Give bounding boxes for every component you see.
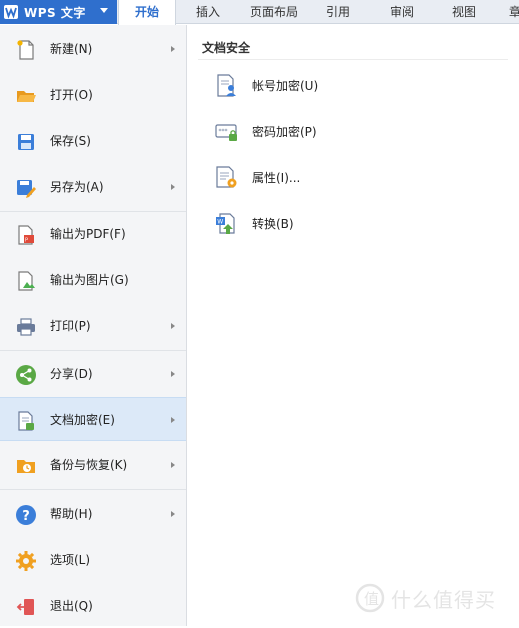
tab-chapter[interactable]: 章 (505, 0, 519, 24)
menu-item-save-as[interactable]: 另存为(A) (0, 165, 186, 209)
exit-icon (16, 599, 34, 615)
chevron-down-icon (100, 8, 108, 13)
panel-item-label: 帐号加密(U) (252, 79, 319, 93)
password-encrypt-icon: *** (215, 124, 237, 141)
panel-item-label: 属性(I)... (252, 171, 301, 185)
file-menu: 新建(N) 打开(O) 保存(S) 另存为(A) P 输出为PDF(F) 输出为… (0, 25, 187, 626)
panel-title: 文档安全 (202, 41, 251, 55)
svg-text:***: *** (219, 128, 228, 135)
new-file-icon (17, 40, 34, 60)
menu-item-save[interactable]: 保存(S) (0, 119, 186, 163)
tab-page-layout[interactable]: 页面布局 (244, 0, 304, 24)
menu-item-label: 打印(P) (50, 319, 91, 333)
menu-item-new[interactable]: 新建(N) (0, 27, 186, 71)
panel-item-label: 密码加密(P) (252, 125, 317, 139)
tab-view[interactable]: 视图 (442, 0, 486, 24)
chevron-right-icon (171, 323, 175, 329)
image-export-icon (18, 271, 35, 291)
menu-item-label: 保存(S) (50, 134, 91, 148)
menu-item-label: 打开(O) (50, 88, 93, 102)
watermark-logo-icon: 值 (355, 583, 385, 613)
chevron-right-icon (171, 417, 175, 423)
menu-item-backup-restore[interactable]: 备份与恢复(K) (0, 443, 186, 487)
svg-text:?: ? (22, 509, 30, 524)
tab-home[interactable]: 开始 (118, 0, 176, 25)
gear-icon (16, 551, 36, 571)
submenu-panel: 文档安全 帐号加密(U) *** 密码加密(P) 属性(I)... W 转换(B… (188, 25, 519, 626)
menu-item-export-image[interactable]: 输出为图片(G) (0, 258, 186, 302)
menu-item-label: 文档加密(E) (50, 413, 115, 427)
share-icon (16, 365, 36, 385)
pdf-icon: P (18, 225, 34, 245)
panel-item-password-encrypt[interactable]: *** 密码加密(P) (208, 113, 488, 151)
menu-item-label: 分享(D) (50, 367, 93, 381)
tab-insert[interactable]: 插入 (186, 0, 230, 24)
tab-review[interactable]: 审阅 (380, 0, 424, 24)
svg-text:P: P (25, 238, 28, 244)
convert-icon: W (216, 213, 235, 234)
menu-item-label: 备份与恢复(K) (50, 458, 128, 472)
panel-item-account-encrypt[interactable]: 帐号加密(U) (208, 67, 488, 105)
menu-item-exit[interactable]: 退出(Q) (0, 584, 186, 628)
chevron-right-icon (171, 46, 175, 52)
menu-item-options[interactable]: 选项(L) (0, 538, 186, 582)
folder-open-icon (17, 91, 36, 102)
chevron-right-icon (171, 462, 175, 468)
backup-icon (17, 460, 35, 473)
svg-text:值: 值 (364, 590, 379, 608)
save-as-icon (17, 180, 36, 198)
menu-item-doc-encrypt[interactable]: 文档加密(E) (0, 397, 186, 441)
menu-item-open[interactable]: 打开(O) (0, 73, 186, 117)
chevron-right-icon (171, 184, 175, 190)
wps-logo-icon (4, 5, 18, 19)
menu-divider (0, 350, 186, 351)
menu-item-help[interactable]: ? 帮助(H) (0, 492, 186, 536)
app-menu-button[interactable]: WPS 文字 (0, 0, 117, 24)
app-title: WPS 文字 (24, 5, 86, 20)
menu-item-label: 选项(L) (50, 553, 91, 567)
menu-item-label: 新建(N) (50, 42, 93, 56)
chevron-right-icon (171, 371, 175, 377)
printer-icon (17, 318, 35, 336)
watermark: 值 什么值得买 (355, 583, 496, 613)
doc-encrypt-icon (18, 411, 34, 431)
menu-item-label: 输出为图片(G) (50, 273, 129, 287)
account-encrypt-icon (217, 74, 236, 97)
menu-item-export-pdf[interactable]: P 输出为PDF(F) (0, 212, 186, 256)
panel-item-convert[interactable]: W 转换(B) (208, 205, 488, 243)
menu-item-print[interactable]: 打印(P) (0, 304, 186, 348)
properties-icon (216, 166, 237, 188)
menu-item-label: 另存为(A) (50, 180, 104, 194)
svg-text:W: W (217, 219, 223, 226)
menu-item-label: 输出为PDF(F) (50, 227, 126, 241)
chevron-right-icon (171, 511, 175, 517)
panel-item-properties[interactable]: 属性(I)... (208, 159, 488, 197)
tab-references[interactable]: 引用 (316, 0, 360, 24)
help-icon: ? (16, 505, 36, 525)
watermark-text: 什么值得买 (391, 587, 496, 612)
menu-item-label: 帮助(H) (50, 507, 93, 521)
ribbon-tab-bar: WPS 文字 开始 插入 页面布局 引用 审阅 视图 章 (0, 0, 519, 25)
panel-divider (198, 59, 508, 60)
panel-item-label: 转换(B) (252, 217, 294, 231)
menu-divider (0, 489, 186, 490)
save-icon (18, 134, 34, 150)
menu-item-share[interactable]: 分享(D) (0, 352, 186, 396)
menu-item-label: 退出(Q) (50, 599, 93, 613)
